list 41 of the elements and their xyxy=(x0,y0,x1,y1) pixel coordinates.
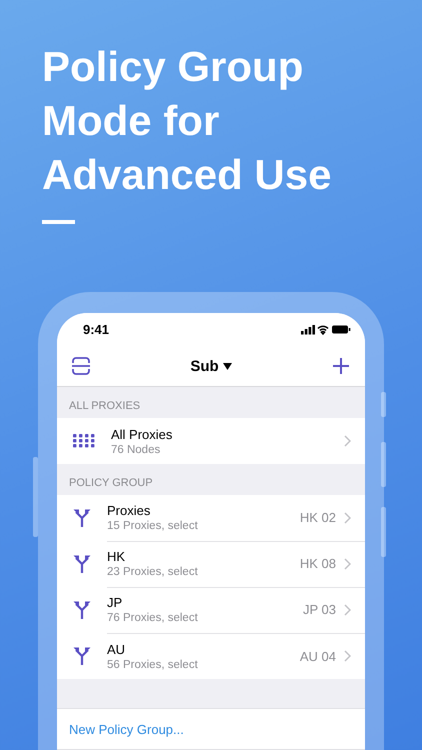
row-title: HK xyxy=(107,549,126,564)
profile-selector[interactable]: Sub xyxy=(190,358,232,374)
section-header: POLICY GROUP xyxy=(69,477,153,489)
list-row[interactable]: HK 23 Proxies, select HK 08 xyxy=(57,541,365,587)
list-row[interactable]: JP 76 Proxies, select JP 03 xyxy=(57,587,365,633)
row-subtitle: 76 Proxies, select xyxy=(107,612,198,624)
headline: Policy Group xyxy=(42,42,304,92)
row-title: AU xyxy=(107,642,126,656)
row-value: AU 04 xyxy=(300,648,336,664)
row-subtitle: 76 Nodes xyxy=(111,444,160,456)
chevron-icon xyxy=(344,604,351,616)
branch-icon xyxy=(73,508,91,528)
row-title: All Proxies xyxy=(111,426,172,442)
list-row[interactable]: AU 56 Proxies, select AU 04 xyxy=(57,633,365,679)
grid-icon xyxy=(73,434,95,448)
row-title: Proxies xyxy=(107,503,150,518)
row-value: JP 03 xyxy=(302,602,336,617)
status-time: 9:41 xyxy=(83,322,110,337)
section-header: ALL PROXIES xyxy=(69,400,140,412)
branch-icon xyxy=(73,554,91,574)
row-value: HK 08 xyxy=(300,556,336,571)
row-title: JP xyxy=(107,595,122,610)
row-subtitle: 56 Proxies, select xyxy=(107,658,198,670)
new-group-link[interactable]: New Policy Group... xyxy=(69,722,184,736)
row-value: HK 02 xyxy=(300,510,336,525)
scan-icon[interactable] xyxy=(69,354,93,378)
branch-icon xyxy=(73,600,91,620)
row-subtitle: 23 Proxies, select xyxy=(107,566,198,578)
status-icons xyxy=(301,324,351,335)
list-row[interactable]: All Proxies 76 Nodes xyxy=(57,418,365,464)
chevron-icon xyxy=(344,650,351,662)
row-subtitle: 15 Proxies, select xyxy=(107,520,198,532)
headline: Advanced Use xyxy=(42,150,332,200)
branch-icon xyxy=(73,646,91,666)
headline-underline xyxy=(42,220,75,224)
chevron-icon xyxy=(344,512,351,524)
caret-icon xyxy=(222,362,232,370)
list-row[interactable]: Proxies 15 Proxies, select HK 02 xyxy=(57,495,365,541)
chevron-icon xyxy=(344,435,351,447)
chevron-icon xyxy=(344,558,351,570)
headline: Mode for xyxy=(42,96,220,146)
